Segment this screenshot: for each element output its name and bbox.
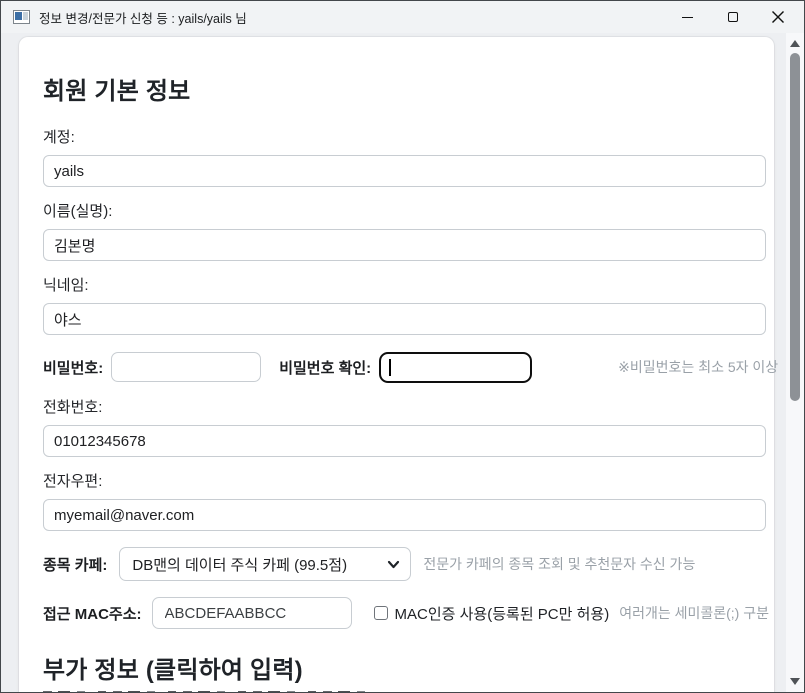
minimize-icon	[682, 17, 693, 18]
scroll-down-icon[interactable]	[790, 678, 800, 685]
email-field-group: 전자우편:	[43, 473, 766, 531]
mac-auth-checkbox-label: MAC인증 사용(등록된 PC만 허용)	[395, 603, 610, 624]
nickname-field-group: 닉네임:	[43, 277, 766, 335]
real-name-label: 이름(실명):	[43, 203, 766, 221]
basic-info-heading: 회원 기본 정보	[43, 77, 766, 107]
minimize-button[interactable]	[665, 1, 710, 33]
password-note: ※비밀번호는 최소 5자 이상	[618, 357, 778, 377]
chevron-down-icon	[387, 558, 400, 571]
email-label: 전자우편:	[43, 473, 766, 491]
real-name-field-group: 이름(실명):	[43, 203, 766, 261]
phone-input[interactable]	[43, 425, 766, 457]
caption-buttons	[665, 1, 800, 33]
mac-label: 접근 MAC주소:	[43, 603, 142, 624]
password-input[interactable]	[111, 352, 261, 382]
email-input[interactable]	[43, 499, 766, 531]
password-confirm-input[interactable]	[379, 352, 532, 383]
stock-cafe-label: 종목 카페:	[43, 554, 107, 575]
password-row: 비밀번호: 비밀번호 확인: ※비밀번호는 최소 5자 이상	[43, 351, 766, 383]
dialog-body: 회원 기본 정보 계정: 이름(실명): 닉네임: 비밀번호: 비밀번호 확인:	[1, 33, 804, 692]
clipped-text-sliver	[43, 691, 375, 692]
close-icon	[772, 11, 784, 23]
mac-row: 접근 MAC주소: MAC인증 사용(등록된 PC만 허용) 여러개는 세미콜론…	[43, 597, 766, 629]
nickname-input[interactable]	[43, 303, 766, 335]
maximize-button[interactable]	[710, 1, 755, 33]
content-card: 회원 기본 정보 계정: 이름(실명): 닉네임: 비밀번호: 비밀번호 확인:	[19, 37, 774, 692]
window-title: 정보 변경/전문가 신청 등 : yails/yails 님	[39, 8, 247, 27]
extra-info-heading[interactable]: 부가 정보 (클릭하여 입력)	[43, 655, 766, 687]
phone-label: 전화번호:	[43, 399, 766, 417]
stock-cafe-row: 종목 카페: DB맨의 데이터 주식 카페 (99.5점) 전문가 카페의 종목…	[43, 547, 766, 581]
scrollbar-thumb[interactable]	[790, 53, 800, 401]
scroll-up-icon[interactable]	[790, 40, 800, 47]
nickname-label: 닉네임:	[43, 277, 766, 295]
maximize-icon	[728, 12, 738, 22]
close-button[interactable]	[755, 1, 800, 33]
stock-cafe-note: 전문가 카페의 종목 조회 및 추천문자 수신 가능	[423, 554, 695, 574]
text-caret	[389, 359, 391, 376]
account-input[interactable]	[43, 155, 766, 187]
mac-auth-checkbox[interactable]	[374, 606, 388, 620]
mac-input[interactable]	[152, 597, 352, 629]
window-icon	[13, 10, 30, 24]
password-label: 비밀번호:	[43, 357, 103, 378]
phone-field-group: 전화번호:	[43, 399, 766, 457]
password-confirm-wrap	[379, 352, 532, 383]
mac-note: 여러개는 세미콜론(;) 구분	[619, 603, 769, 623]
titlebar: 정보 변경/전문가 신청 등 : yails/yails 님	[1, 1, 804, 33]
vertical-scrollbar	[786, 33, 804, 692]
stock-cafe-selected-option: DB맨의 데이터 주식 카페 (99.5점)	[132, 554, 347, 575]
password-confirm-label: 비밀번호 확인:	[279, 357, 371, 378]
account-label: 계정:	[43, 129, 766, 147]
stock-cafe-select[interactable]: DB맨의 데이터 주식 카페 (99.5점)	[119, 547, 411, 581]
real-name-input[interactable]	[43, 229, 766, 261]
dialog-window: 정보 변경/전문가 신청 등 : yails/yails 님 회원 기본 정보 …	[0, 0, 805, 693]
account-field-group: 계정:	[43, 129, 766, 187]
